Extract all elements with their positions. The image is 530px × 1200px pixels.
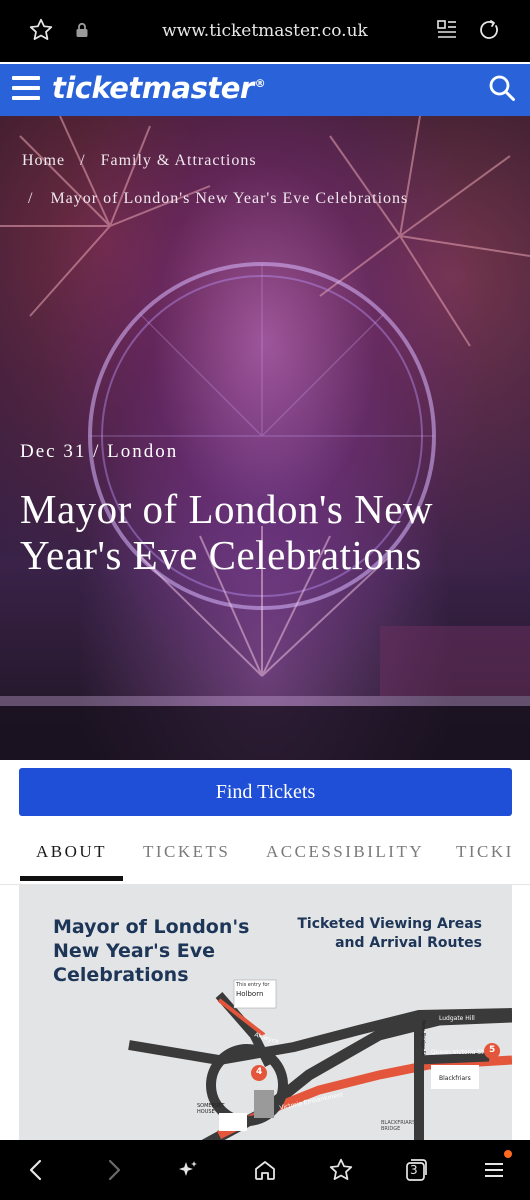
breadcrumb-separator: / <box>28 190 34 207</box>
somerset-house-label: SOMERSET HOUSE <box>197 1103 225 1115</box>
breadcrumb-home[interactable]: Home <box>22 152 65 169</box>
breadcrumb-current: Mayor of London's New Year's Eve Celebra… <box>50 190 409 207</box>
reload-icon[interactable] <box>475 16 503 44</box>
site-header: ticketmaster® <box>0 62 530 116</box>
queen-victoria-street-label: Queen Victoria St <box>431 1049 484 1056</box>
map-marker-5: 5 <box>489 1045 496 1055</box>
breadcrumb-category[interactable]: Family & Attractions <box>101 152 257 169</box>
holborn-label: Holborn <box>236 990 264 998</box>
tabs-icon[interactable]: 3 <box>400 1154 432 1186</box>
new-bridge-street-label: New Bridge St <box>419 1020 426 1056</box>
fireworks-background-image <box>0 116 530 760</box>
menu-icon[interactable] <box>12 76 40 102</box>
find-tickets-button[interactable]: Find Tickets <box>19 768 512 816</box>
holborn-note: This entry for <box>236 982 270 988</box>
map-marker-4: 4 <box>256 1067 263 1077</box>
browser-toolbar: www.ticketmaster.co.uk <box>0 0 530 62</box>
breadcrumb-row-2: / Mayor of London's New Year's Eve Celeb… <box>28 190 408 208</box>
reader-mode-icon[interactable] <box>433 16 461 44</box>
browser-menu-icon[interactable] <box>478 1150 512 1186</box>
tab-count: 3 <box>410 1163 418 1177</box>
event-title: Mayor of London's New Year's Eve Celebra… <box>20 486 434 578</box>
tab-about[interactable]: ABOUT <box>36 842 107 862</box>
active-tab-indicator <box>20 876 123 881</box>
blackfriars-bridge-label: BLACKFRIARS BRIDGE <box>381 1120 416 1132</box>
event-hero: Home / Family & Attractions / Mayor of L… <box>0 116 530 760</box>
tab-tickets[interactable]: TICKETS <box>143 842 230 862</box>
bookmarks-star-icon[interactable] <box>325 1154 357 1186</box>
home-icon[interactable] <box>249 1154 281 1186</box>
browser-bottom-nav: 3 <box>0 1140 530 1200</box>
viewing-areas-map: Mayor of London's New Year's Eve Celebra… <box>19 885 512 1145</box>
logo-text: ticketmaster <box>52 71 254 105</box>
back-arrow-icon[interactable] <box>20 1154 52 1186</box>
breadcrumb: Home / Family & Attractions <box>22 152 257 170</box>
blackfriars-label: Blackfriars <box>439 1075 471 1082</box>
event-date-location: Dec 31 / London <box>20 441 179 462</box>
ticketmaster-logo[interactable]: ticketmaster® <box>52 71 266 105</box>
sparkle-ai-icon[interactable] <box>172 1154 204 1186</box>
breadcrumb-separator: / <box>80 152 86 169</box>
tab-ticket-info[interactable]: TICKI <box>456 842 514 862</box>
event-tabs: ABOUT TICKETS ACCESSIBILITY TICKI <box>0 826 530 885</box>
forward-arrow-icon[interactable] <box>98 1154 130 1186</box>
ludgate-hill-label: Ludgate Hill <box>439 1015 475 1022</box>
search-icon[interactable] <box>488 74 518 104</box>
tab-accessibility[interactable]: ACCESSIBILITY <box>266 842 424 862</box>
logo-registered-mark: ® <box>254 77 266 91</box>
notification-dot <box>504 1150 512 1158</box>
